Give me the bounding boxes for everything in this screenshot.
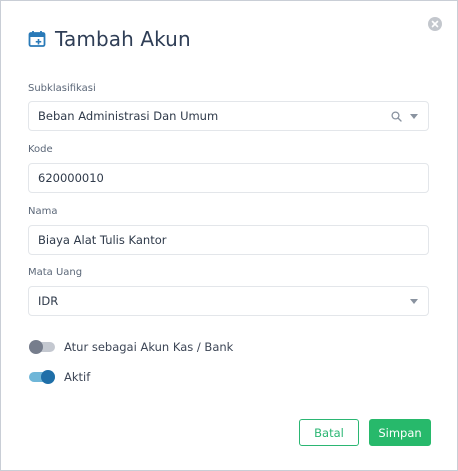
mata-uang-select[interactable]: IDR bbox=[28, 286, 429, 316]
save-button[interactable]: Simpan bbox=[369, 419, 431, 446]
subklasifikasi-value: Beban Administrasi Dan Umum bbox=[38, 109, 219, 123]
aktif-toggle-row: Aktif bbox=[29, 370, 90, 384]
kas-bank-toggle-label: Atur sebagai Akun Kas / Bank bbox=[64, 340, 234, 354]
kas-bank-toggle[interactable] bbox=[29, 340, 55, 354]
calendar-add-icon bbox=[28, 31, 46, 47]
close-button[interactable] bbox=[428, 17, 442, 31]
close-icon bbox=[431, 20, 439, 28]
subklasifikasi-select[interactable]: Beban Administrasi Dan Umum bbox=[28, 101, 429, 131]
subklasifikasi-label: Subklasifikasi bbox=[28, 83, 96, 94]
nama-value: Biaya Alat Tulis Kantor bbox=[38, 233, 167, 247]
mata-uang-label: Mata Uang bbox=[28, 267, 83, 278]
nama-label: Nama bbox=[28, 206, 58, 217]
cancel-button[interactable]: Batal bbox=[299, 419, 359, 446]
kode-value: 620000010 bbox=[38, 171, 104, 185]
nama-input[interactable]: Biaya Alat Tulis Kantor bbox=[28, 225, 429, 255]
dialog-header: Tambah Akun bbox=[28, 27, 191, 51]
kas-bank-toggle-row: Atur sebagai Akun Kas / Bank bbox=[29, 340, 233, 354]
chevron-down-icon[interactable] bbox=[410, 298, 418, 304]
aktif-toggle[interactable] bbox=[29, 370, 55, 384]
kode-input[interactable]: 620000010 bbox=[28, 163, 429, 193]
search-icon[interactable] bbox=[391, 110, 402, 122]
mata-uang-value: IDR bbox=[38, 294, 59, 308]
kode-label: Kode bbox=[28, 144, 53, 155]
dialog-title: Tambah Akun bbox=[55, 27, 191, 51]
aktif-toggle-label: Aktif bbox=[64, 370, 91, 384]
add-account-dialog: Tambah Akun Subklasifikasi Beban Adminis… bbox=[0, 0, 458, 471]
chevron-down-icon[interactable] bbox=[410, 113, 418, 119]
